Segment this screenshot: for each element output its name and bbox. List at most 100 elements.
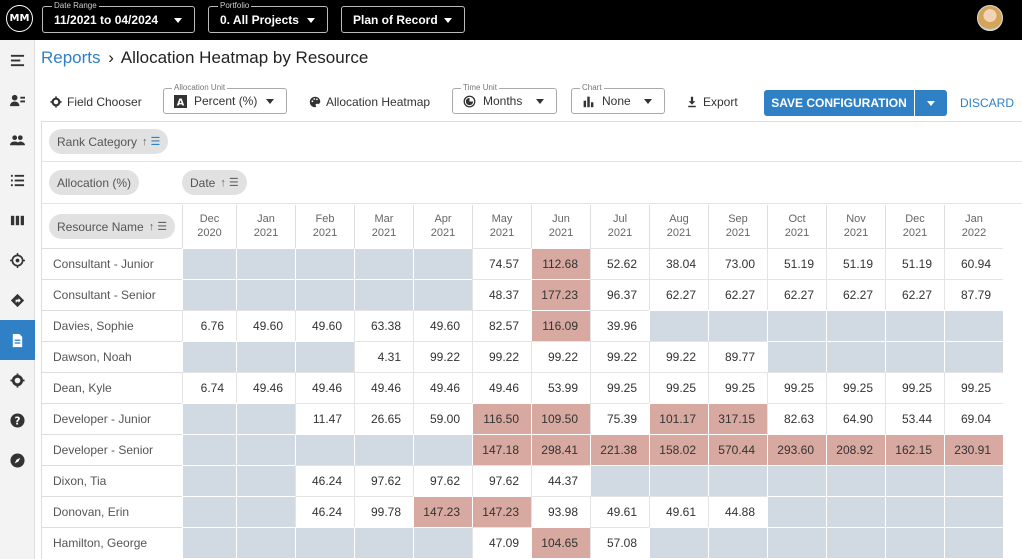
heatmap-cell[interactable]: 99.78 <box>354 496 413 527</box>
heatmap-cell[interactable] <box>885 341 944 372</box>
save-options-dropdown[interactable] <box>915 90 947 116</box>
heatmap-cell[interactable]: 49.60 <box>413 310 472 341</box>
heatmap-cell[interactable] <box>767 496 826 527</box>
portfolio-select[interactable]: Portfolio 0. All Projects <box>208 1 328 33</box>
heatmap-cell[interactable] <box>354 434 413 465</box>
heatmap-cell[interactable]: 57.08 <box>590 527 649 558</box>
heatmap-cell[interactable] <box>182 496 236 527</box>
app-logo[interactable]: MM <box>6 5 33 32</box>
heatmap-cell[interactable]: 59.00 <box>413 403 472 434</box>
heatmap-cell[interactable] <box>236 434 295 465</box>
heatmap-cell[interactable] <box>295 341 354 372</box>
allocation-chip[interactable]: Allocation (%) <box>49 170 140 195</box>
column-header[interactable]: Sep 2021 <box>708 205 767 248</box>
column-header[interactable]: Jan 2021 <box>236 205 295 248</box>
column-header[interactable]: Oct 2021 <box>767 205 826 248</box>
heatmap-cell[interactable]: 99.22 <box>590 341 649 372</box>
heatmap-cell[interactable]: 62.27 <box>885 279 944 310</box>
heatmap-cell[interactable] <box>826 527 885 558</box>
heatmap-cell[interactable] <box>767 465 826 496</box>
heatmap-cell[interactable]: 64.90 <box>826 403 885 434</box>
column-header[interactable]: Jul 2021 <box>590 205 649 248</box>
column-header[interactable]: Dec 2020 <box>182 205 236 248</box>
heatmap-cell[interactable]: 46.24 <box>295 496 354 527</box>
heatmap-cell[interactable]: 97.62 <box>354 465 413 496</box>
heatmap-cell[interactable]: 99.25 <box>590 372 649 403</box>
heatmap-cell[interactable] <box>182 403 236 434</box>
heatmap-cell[interactable]: 97.62 <box>472 465 531 496</box>
heatmap-cell[interactable]: 46.24 <box>295 465 354 496</box>
heatmap-cell[interactable]: 26.65 <box>354 403 413 434</box>
heatmap-cell[interactable]: 99.25 <box>944 372 1003 403</box>
column-header[interactable]: Feb 2021 <box>295 205 354 248</box>
heatmap-cell[interactable]: 51.19 <box>767 248 826 279</box>
heatmap-cell[interactable]: 51.19 <box>885 248 944 279</box>
user-avatar[interactable] <box>977 5 1003 31</box>
heatmap-cell[interactable]: 49.61 <box>649 496 708 527</box>
report-icon[interactable] <box>0 320 35 360</box>
heatmap-cell[interactable] <box>295 527 354 558</box>
heatmap-cell[interactable] <box>413 434 472 465</box>
column-header[interactable]: Apr 2021 <box>413 205 472 248</box>
heatmap-cell[interactable] <box>826 496 885 527</box>
heatmap-cell[interactable] <box>708 465 767 496</box>
column-header[interactable]: May 2021 <box>472 205 531 248</box>
heatmap-cell[interactable] <box>826 341 885 372</box>
heatmap-cell[interactable] <box>649 465 708 496</box>
heatmap-cell[interactable] <box>354 248 413 279</box>
menu-icon[interactable] <box>0 40 35 80</box>
heatmap-cell[interactable]: 53.99 <box>531 372 590 403</box>
heatmap-cell[interactable] <box>649 527 708 558</box>
date-chip[interactable]: Date ↑ ☰ <box>182 170 247 195</box>
heatmap-cell[interactable]: 293.60 <box>767 434 826 465</box>
sort-asc-icon[interactable]: ↑ <box>220 177 226 189</box>
sort-asc-icon[interactable]: ↑ <box>142 136 148 148</box>
heatmap-cell[interactable] <box>182 527 236 558</box>
heatmap-cell[interactable]: 112.68 <box>531 248 590 279</box>
heatmap-cell[interactable]: 101.17 <box>649 403 708 434</box>
heatmap-cell[interactable]: 82.63 <box>767 403 826 434</box>
heatmap-cell[interactable]: 69.04 <box>944 403 1003 434</box>
people-icon[interactable] <box>0 120 35 160</box>
heatmap-cell[interactable]: 47.09 <box>472 527 531 558</box>
column-header[interactable]: Jan 2022 <box>944 205 1003 248</box>
heatmap-cell[interactable]: 109.50 <box>531 403 590 434</box>
heatmap-cell[interactable] <box>767 341 826 372</box>
heatmap-cell[interactable] <box>236 341 295 372</box>
heatmap-cell[interactable] <box>885 496 944 527</box>
heatmap-cell[interactable] <box>826 465 885 496</box>
heatmap-cell[interactable]: 221.38 <box>590 434 649 465</box>
heatmap-cell[interactable] <box>590 465 649 496</box>
heatmap-cell[interactable] <box>295 434 354 465</box>
heatmap-cell[interactable] <box>413 248 472 279</box>
heatmap-cell[interactable]: 97.62 <box>413 465 472 496</box>
heatmap-cell[interactable] <box>295 279 354 310</box>
heatmap-cell[interactable]: 99.25 <box>826 372 885 403</box>
heatmap-cell[interactable] <box>944 527 1003 558</box>
heatmap-cell[interactable]: 62.27 <box>767 279 826 310</box>
heatmap-cell[interactable]: 99.25 <box>767 372 826 403</box>
heatmap-cell[interactable] <box>236 279 295 310</box>
heatmap-cell[interactable]: 60.94 <box>944 248 1003 279</box>
heatmap-cell[interactable]: 62.27 <box>708 279 767 310</box>
heatmap-cell[interactable]: 162.15 <box>885 434 944 465</box>
heatmap-cell[interactable]: 87.79 <box>944 279 1003 310</box>
heatmap-cell[interactable] <box>236 248 295 279</box>
heatmap-cell[interactable] <box>708 310 767 341</box>
heatmap-cell[interactable]: 63.38 <box>354 310 413 341</box>
heatmap-cell[interactable]: 4.31 <box>354 341 413 372</box>
heatmap-cell[interactable]: 177.23 <box>531 279 590 310</box>
heatmap-cell[interactable] <box>354 279 413 310</box>
discard-button[interactable]: DISCARD <box>960 96 1014 110</box>
heatmap-cell[interactable]: 298.41 <box>531 434 590 465</box>
heatmap-cell[interactable]: 44.37 <box>531 465 590 496</box>
resource-name-chip[interactable]: Resource Name ↑ ☰ <box>49 214 176 239</box>
heatmap-cell[interactable]: 116.50 <box>472 403 531 434</box>
heatmap-cell[interactable]: 49.46 <box>354 372 413 403</box>
heatmap-cell[interactable]: 6.74 <box>182 372 236 403</box>
heatmap-cell[interactable]: 11.47 <box>295 403 354 434</box>
heatmap-cell[interactable] <box>767 310 826 341</box>
filter-icon[interactable]: ☰ <box>151 135 161 148</box>
heatmap-cell[interactable]: 62.27 <box>826 279 885 310</box>
chart-select[interactable]: Chart None <box>571 83 665 114</box>
